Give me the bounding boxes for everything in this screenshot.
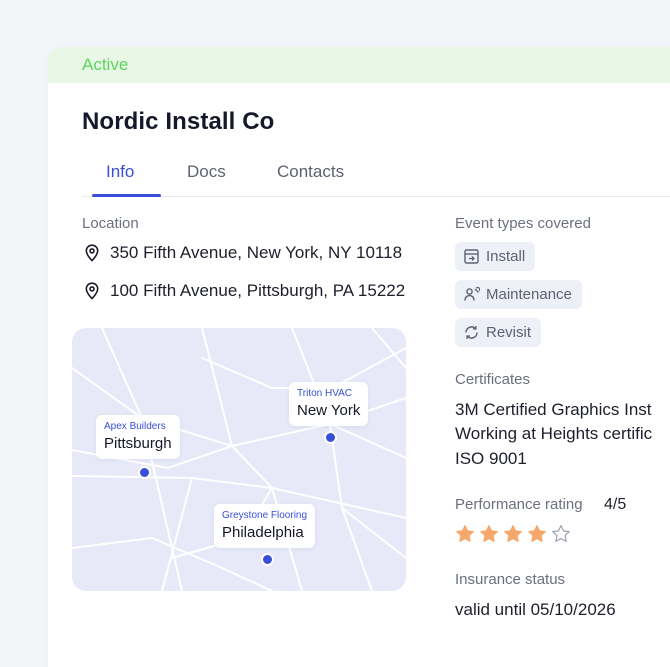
tab-info[interactable]: Info	[106, 162, 134, 182]
map-pin-icon	[82, 281, 102, 301]
tab-docs[interactable]: Docs	[187, 162, 226, 182]
star-filled-icon	[527, 524, 547, 544]
event-types-label: Event types covered	[455, 215, 591, 232]
page-title: Nordic Install Co	[82, 108, 275, 135]
location-map[interactable]: Apex Builders Pittsburgh Triton HVAC New…	[72, 328, 406, 591]
marker-city: New York	[297, 402, 361, 419]
marker-city: Philadelphia	[222, 524, 304, 541]
star-rating	[455, 524, 575, 544]
certificate-item: ISO 9001	[455, 449, 527, 468]
chip-label: Maintenance	[486, 286, 572, 303]
event-type-chip-maintenance: Maintenance	[455, 280, 582, 309]
insurance-value: valid until 05/10/2026	[455, 600, 616, 619]
location-address-1: 350 Fifth Avenue, New York, NY 10118	[82, 243, 402, 263]
star-filled-icon	[479, 524, 499, 544]
star-filled-icon	[503, 524, 523, 544]
chip-label: Install	[486, 248, 526, 265]
map-marker-dot[interactable]	[324, 431, 337, 444]
revisit-cycle-icon	[463, 324, 480, 341]
address-text: 350 Fifth Avenue, New York, NY 10118	[110, 243, 403, 262]
marker-city: Pittsburgh	[104, 435, 172, 452]
certificate-item: Working at Heights certific	[455, 424, 653, 443]
status-label: Active	[82, 55, 129, 74]
certificates-label: Certificates	[455, 371, 531, 388]
marker-company: Triton HVAC	[297, 388, 353, 399]
location-label: Location	[82, 215, 139, 232]
tab-contacts[interactable]: Contacts	[277, 162, 344, 182]
star-filled-icon	[455, 524, 475, 544]
event-type-chip-install: Install	[455, 242, 536, 271]
certificate-item: 3M Certified Graphics Inst	[455, 400, 652, 419]
install-box-icon	[463, 248, 480, 265]
star-empty-icon	[551, 524, 571, 544]
map-marker-card[interactable]: Greystone Flooring Philadelphia	[214, 504, 316, 548]
map-marker-card[interactable]: Triton HVAC New York	[289, 382, 369, 426]
tab-bar: Info Docs Contacts	[82, 159, 670, 197]
map-roads	[72, 328, 406, 591]
address-text: 100 Fifth Avenue, Pittsburgh, PA 15222	[110, 281, 406, 300]
marker-company: Greystone Flooring	[222, 510, 308, 521]
map-marker-dot[interactable]	[261, 553, 274, 566]
location-address-2: 100 Fifth Avenue, Pittsburgh, PA 15222	[82, 281, 405, 301]
maintenance-person-icon	[463, 286, 480, 303]
performance-label: Performance rating	[455, 496, 583, 513]
active-tab-indicator	[92, 194, 161, 197]
map-marker-dot[interactable]	[138, 466, 151, 479]
status-banner: Active	[48, 47, 670, 83]
event-type-chip-revisit: Revisit	[455, 318, 542, 347]
marker-company: Apex Builders	[104, 421, 166, 432]
performance-value: 4/5	[604, 496, 627, 513]
map-marker-card[interactable]: Apex Builders Pittsburgh	[96, 415, 180, 459]
insurance-label: Insurance status	[455, 571, 566, 588]
chip-label: Revisit	[486, 324, 532, 341]
map-pin-icon	[82, 243, 102, 263]
provider-card: Active Nordic Install Co Info Docs Conta…	[48, 47, 670, 667]
